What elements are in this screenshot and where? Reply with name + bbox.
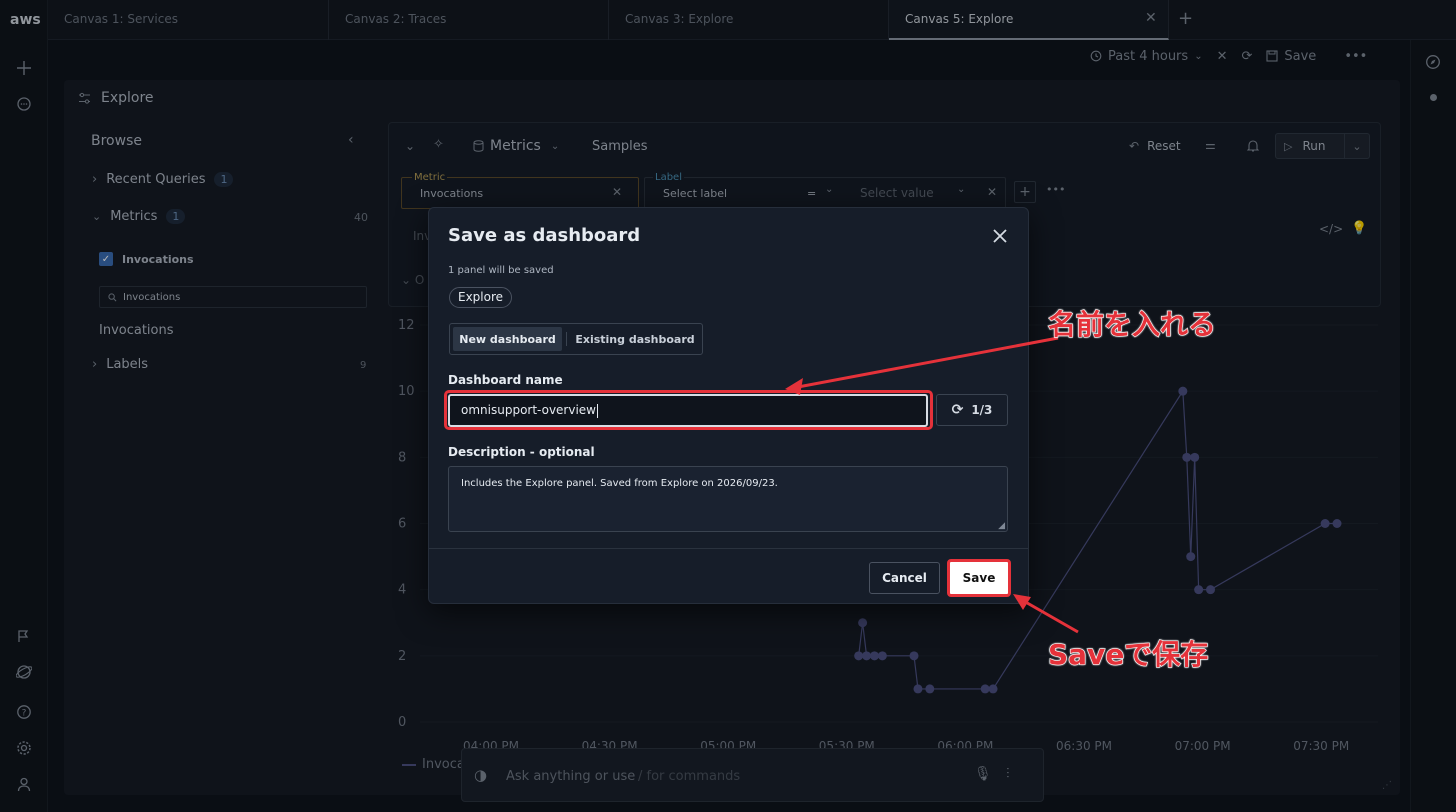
dashboard-name-input[interactable]: omnisupport-overview (448, 394, 928, 427)
modal-subtitle: 1 panel will be saved (448, 265, 554, 276)
close-icon[interactable] (988, 224, 1012, 248)
modal-title: Save as dashboard (448, 225, 641, 246)
refresh-icon: ⟳ (951, 402, 964, 418)
description-label: Description - optional (448, 445, 595, 459)
suggest-counter: 1/3 (971, 403, 993, 417)
suggest-name-button[interactable]: ⟳ 1/3 (936, 394, 1008, 426)
panel-chip: Explore (449, 287, 513, 308)
seg-existing-dashboard[interactable]: Existing dashboard (572, 327, 698, 351)
description-value: Includes the Explore panel. Saved from E… (461, 478, 778, 489)
modal-footer-divider (429, 548, 1028, 549)
annotation-name-hint: 名前を入れる (1047, 307, 1217, 341)
dashboard-mode-segmented: New dashboard Existing dashboard (449, 323, 703, 355)
save-dashboard-modal: Save as dashboard 1 panel will be saved … (428, 207, 1029, 604)
text-cursor (597, 403, 598, 418)
dashboard-name-label: Dashboard name (448, 373, 563, 387)
seg-divider (566, 332, 567, 346)
seg-new-dashboard[interactable]: New dashboard (453, 327, 562, 351)
annotation-save-hint: Saveで保存 (1047, 637, 1209, 671)
cancel-button[interactable]: Cancel (869, 562, 940, 594)
textarea-resize-icon[interactable]: ◢ (998, 521, 1005, 531)
save-button[interactable]: Save (947, 559, 1011, 597)
description-textarea[interactable]: Includes the Explore panel. Saved from E… (448, 466, 1008, 532)
dashboard-name-value: omnisupport-overview (461, 403, 596, 417)
